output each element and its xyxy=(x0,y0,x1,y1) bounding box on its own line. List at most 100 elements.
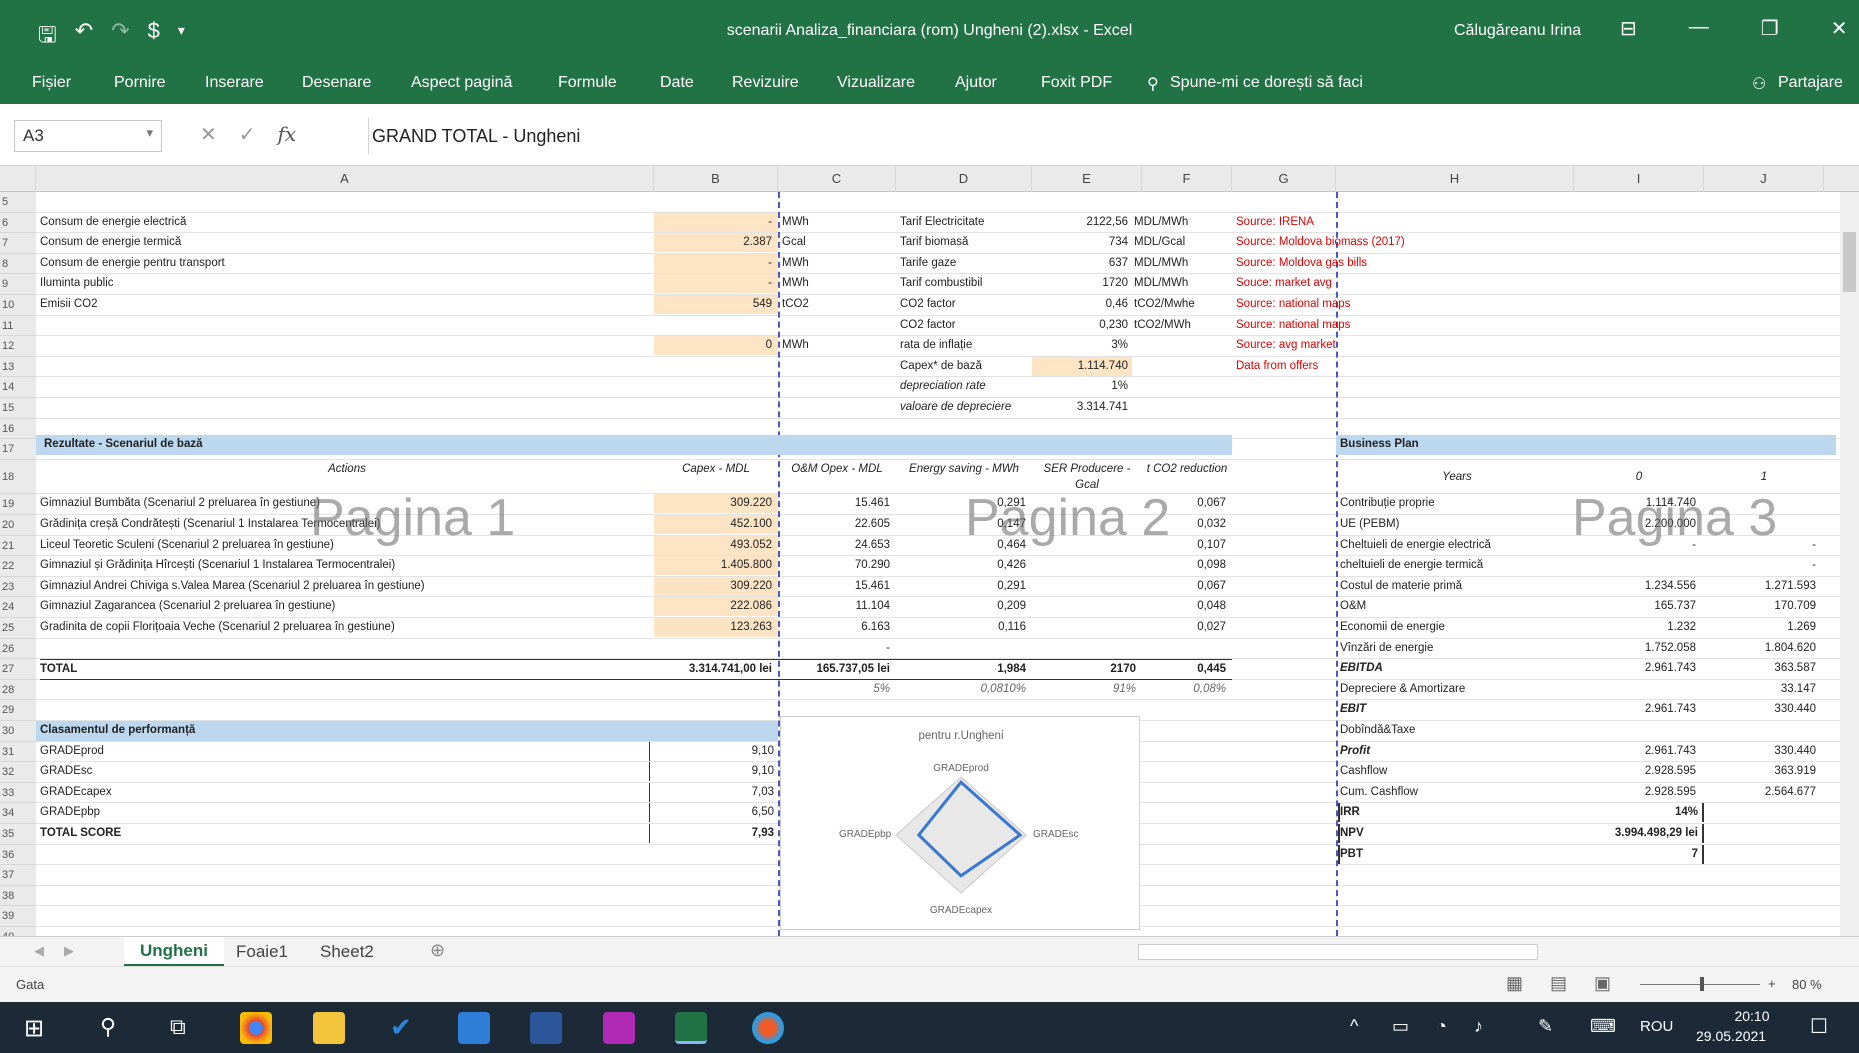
perf-label[interactable]: GRADEpbp xyxy=(40,803,650,823)
input-unit[interactable]: Gcal xyxy=(782,233,892,252)
bp-label[interactable]: EBIT xyxy=(1340,700,1574,719)
todo-icon[interactable]: ✔ xyxy=(390,1012,412,1043)
prev-sheet-icon[interactable]: ◀ xyxy=(34,943,44,959)
bp-label[interactable]: Cheltuieli de energie electrică xyxy=(1340,536,1574,555)
chevron-down-icon[interactable]: ▾ xyxy=(146,125,153,141)
input-label[interactable]: Consum de energie electrică xyxy=(40,213,640,232)
tariff-value[interactable]: 3% xyxy=(1032,336,1132,355)
clock-date[interactable]: 29.05.2021 xyxy=(1696,1028,1766,1044)
bp-label[interactable]: Cum. Cashflow xyxy=(1340,783,1574,802)
input-value[interactable]: 549 xyxy=(654,295,778,314)
name-box[interactable]: A3 ▾ xyxy=(14,120,162,152)
perf-label[interactable]: TOTAL SCORE xyxy=(40,824,650,843)
bp-value[interactable]: 1.271.593 xyxy=(1704,577,1824,596)
restore-icon[interactable]: ❐ xyxy=(1761,16,1779,41)
bp-label[interactable]: Costul de materie primă xyxy=(1340,577,1574,596)
tariff-name[interactable]: Tarife gaze xyxy=(900,254,1032,273)
percent-value[interactable]: 0,08% xyxy=(1142,680,1232,699)
zoom-level[interactable]: 80 % xyxy=(1792,977,1822,992)
spreadsheet-grid[interactable]: A B C D E F G H I J 5 6 7 8 9 10 11 12 13 14 15 16 1… xyxy=(0,166,1859,936)
result-value[interactable]: 1.405.800 xyxy=(654,556,778,576)
pen-icon[interactable]: ✎ xyxy=(1538,1016,1553,1037)
performance-title[interactable]: Clasamentul de performanță xyxy=(36,721,778,741)
bp-value[interactable]: 1.232 xyxy=(1574,618,1704,637)
notifications-icon[interactable]: ☐ xyxy=(1810,1014,1828,1039)
row-header[interactable]: 31 xyxy=(0,741,36,763)
chrome-icon[interactable] xyxy=(240,1012,272,1044)
tariff-value[interactable]: 1.114.740 xyxy=(1032,356,1132,376)
tariff-name[interactable]: CO2 factor xyxy=(900,295,1032,314)
result-value[interactable]: 309.220 xyxy=(654,576,778,596)
result-value[interactable]: 15.461 xyxy=(778,494,896,513)
word-icon[interactable] xyxy=(530,1012,562,1044)
close-icon[interactable]: ✕ xyxy=(1831,16,1848,41)
action-name[interactable]: Gimnaziul Andrei Chiviga s.Valea Marea (… xyxy=(40,577,654,596)
tariff-unit[interactable]: MDL/MWh xyxy=(1134,254,1232,273)
row-header[interactable]: 32 xyxy=(0,762,36,783)
input-value[interactable]: - xyxy=(654,253,778,273)
tab-foxit-pdf[interactable]: Foxit PDF xyxy=(1041,74,1112,92)
windows-start-icon[interactable]: ⊞ xyxy=(24,1014,44,1043)
tariff-name[interactable]: rata de inflație xyxy=(900,336,1032,355)
input-label[interactable]: Iluminta public xyxy=(40,274,640,293)
result-value[interactable]: 0,116 xyxy=(896,618,1032,637)
app-icon[interactable] xyxy=(603,1012,635,1044)
tab-date[interactable]: Date xyxy=(660,74,694,92)
minimize-icon[interactable]: — xyxy=(1689,16,1709,41)
perf-score[interactable]: 7,03 xyxy=(654,783,778,802)
result-value[interactable]: 0,098 xyxy=(1142,556,1232,575)
row-header[interactable]: 19 xyxy=(0,494,36,515)
bp-value[interactable]: 1.234.556 xyxy=(1574,577,1704,596)
row-header[interactable]: 24 xyxy=(0,597,36,618)
select-all-corner[interactable] xyxy=(0,166,36,192)
vertical-scroll-thumb[interactable] xyxy=(1843,232,1856,292)
result-value[interactable]: 0,426 xyxy=(896,556,1032,575)
language-indicator[interactable]: ROU xyxy=(1640,1018,1673,1035)
col-header-d[interactable]: D xyxy=(896,166,1032,192)
bp-value[interactable]: 1.269 xyxy=(1704,618,1824,637)
perf-label[interactable]: GRADEprod xyxy=(40,741,650,761)
tab-vizualizare[interactable]: Vizualizare xyxy=(837,74,915,92)
perf-score[interactable]: 9,10 xyxy=(654,742,778,761)
bp-label[interactable]: EBITDA xyxy=(1340,659,1574,678)
tariff-name[interactable]: depreciation rate xyxy=(900,377,1032,396)
business-plan-title[interactable]: Business Plan xyxy=(1336,435,1836,455)
sheet-tab-foaie1[interactable]: Foaie1 xyxy=(236,942,288,962)
tariff-value[interactable]: 1% xyxy=(1032,377,1132,396)
zoom-in-icon[interactable]: + xyxy=(1768,976,1776,991)
result-value[interactable]: 222.086 xyxy=(654,597,778,617)
bp-value[interactable]: - xyxy=(1704,556,1824,575)
volume-icon[interactable]: ♪ xyxy=(1474,1016,1483,1037)
app-drop-icon[interactable] xyxy=(752,1012,784,1044)
tab-formule[interactable]: Formule xyxy=(558,74,617,92)
row-header[interactable]: 15 xyxy=(0,398,36,419)
next-sheet-icon[interactable]: ▶ xyxy=(64,943,74,959)
bp-npv-value[interactable]: 3.994.498,29 lei xyxy=(1574,824,1704,843)
result-value[interactable]: 493.052 xyxy=(654,535,778,555)
zoom-slider-thumb[interactable] xyxy=(1700,977,1704,991)
row-header[interactable]: 36 xyxy=(0,844,36,866)
input-value[interactable]: 2.387 xyxy=(654,233,778,253)
action-name[interactable]: Gradinita de copii Florițoaia Veche (Sce… xyxy=(40,618,654,637)
bp-value[interactable]: 165.737 xyxy=(1574,597,1704,616)
tariff-value[interactable]: 0,230 xyxy=(1032,316,1132,335)
row-header[interactable]: 25 xyxy=(0,618,36,639)
percent-value[interactable]: 91% xyxy=(1032,680,1142,699)
col-header-g[interactable]: G xyxy=(1232,166,1336,192)
vertical-scrollbar[interactable] xyxy=(1840,192,1859,936)
bp-header[interactable]: Years xyxy=(1340,460,1574,494)
bp-value[interactable]: 1.752.058 xyxy=(1574,639,1704,658)
insert-function-icon[interactable]: fx xyxy=(278,122,297,147)
tariff-source[interactable]: Source: Moldova gas bills xyxy=(1236,254,1496,273)
bp-label[interactable]: Depreciere & Amortizare xyxy=(1340,680,1574,699)
tariff-source[interactable]: Source: Moldova biomass (2017) xyxy=(1236,233,1496,252)
sheet-tab-sheet2[interactable]: Sheet2 xyxy=(320,942,374,962)
row-header[interactable]: 37 xyxy=(0,865,36,886)
total-value[interactable]: 1,984 xyxy=(896,659,1032,681)
share-button[interactable]: Partajare xyxy=(1778,74,1843,92)
row-header[interactable]: 40 xyxy=(0,927,36,936)
tariff-value[interactable]: 637 xyxy=(1032,254,1132,273)
page-layout-icon[interactable]: ▤ xyxy=(1550,973,1567,994)
bp-value[interactable]: 2.961.743 xyxy=(1574,700,1704,719)
col-header-j[interactable]: J xyxy=(1704,166,1824,192)
